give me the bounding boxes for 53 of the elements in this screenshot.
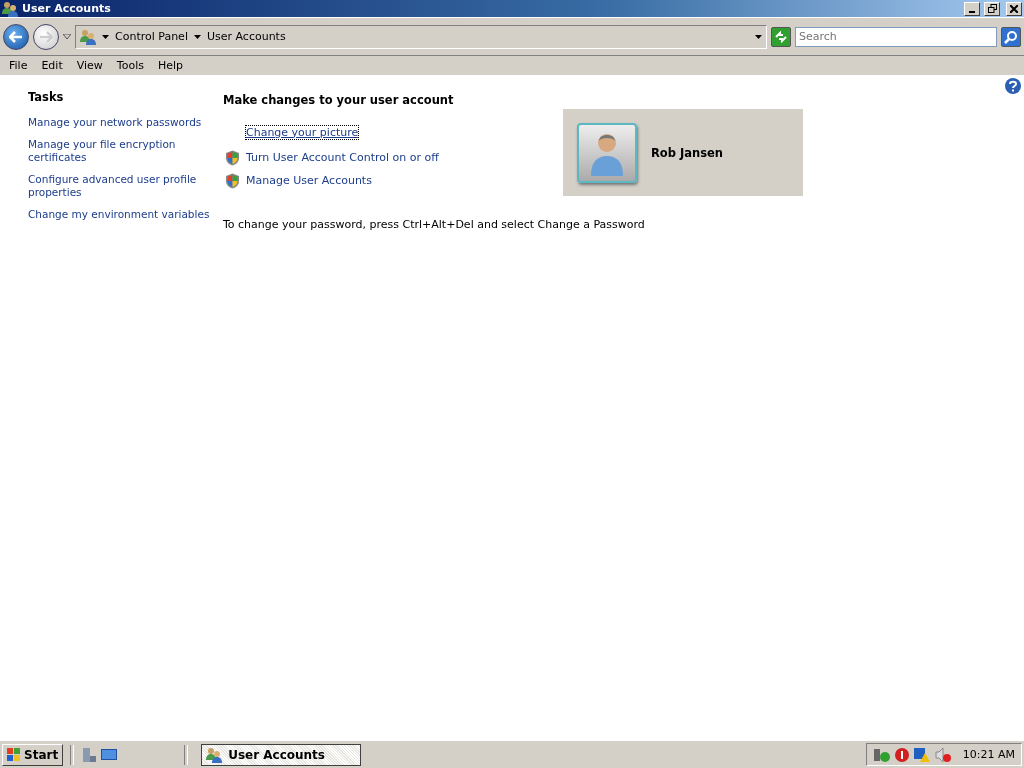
tasks-heading: Tasks [28, 90, 65, 104]
caret-icon [755, 34, 762, 39]
windows-logo-icon [7, 747, 21, 762]
menu-item[interactable]: File [2, 59, 35, 72]
desktop-icon[interactable] [101, 747, 118, 762]
refresh-icon [774, 30, 788, 43]
task-link[interactable]: Manage your network passwords [28, 116, 210, 129]
close-icon [1010, 4, 1018, 13]
dropdown-icon[interactable] [63, 34, 71, 39]
restore-icon [987, 4, 997, 13]
users-icon [206, 746, 223, 763]
breadcrumb[interactable]: User Accounts [206, 30, 286, 43]
account-link[interactable]: Manage User Accounts [246, 174, 372, 187]
menu-item[interactable]: Edit [34, 59, 70, 72]
back-arrow-icon [9, 30, 23, 43]
section-heading: Make changes to your user account [223, 93, 455, 107]
close-button[interactable] [1006, 1, 1022, 16]
task-link[interactable]: Change my environment variables [28, 208, 210, 221]
search-button[interactable] [1001, 26, 1021, 47]
users-icon [80, 28, 96, 45]
back-button[interactable] [3, 23, 29, 50]
help-button[interactable] [1005, 78, 1021, 94]
shield-icon [225, 149, 240, 166]
caret-icon [102, 34, 109, 39]
minimize-icon [969, 10, 975, 13]
users-icon [2, 0, 18, 17]
menu-item[interactable]: View [69, 59, 110, 72]
search-field[interactable]: Search [795, 26, 997, 47]
breadcrumb[interactable]: Control Panel [115, 30, 188, 43]
window-title: User Accounts [22, 2, 112, 15]
taskbar-button[interactable]: User Accounts [201, 743, 362, 766]
password-note: To change your password, press Ctrl+Alt+Del and select Change a Password [223, 218, 646, 231]
menu-item[interactable]: Help [150, 59, 191, 72]
shield-icon [225, 172, 240, 189]
search-icon [1004, 29, 1018, 44]
speaker-muted-icon[interactable] [934, 746, 951, 763]
forward-arrow-icon [39, 30, 53, 43]
account-link[interactable]: Change your picture [246, 125, 359, 139]
task-link[interactable]: Manage your file encryption certificates [28, 138, 210, 164]
forward-button[interactable] [33, 23, 59, 50]
minimize-button[interactable] [964, 1, 980, 16]
alert-icon[interactable] [894, 747, 909, 762]
address-field[interactable]: Control Panel User Accounts [75, 24, 767, 49]
clock[interactable]: 10:21 AM [962, 748, 1015, 761]
restore-button[interactable] [984, 1, 1000, 16]
account-name: Rob Jansen [651, 145, 724, 160]
caret-icon [193, 34, 201, 39]
refresh-button[interactable] [771, 26, 791, 47]
menu-item[interactable]: Tools [109, 59, 151, 72]
account-link[interactable]: Turn User Account Control on or off [246, 151, 439, 164]
question-mark-icon [1008, 80, 1018, 92]
start-button[interactable]: Start [2, 743, 64, 766]
task-link[interactable]: Configure advanced user profile properties [28, 173, 210, 199]
